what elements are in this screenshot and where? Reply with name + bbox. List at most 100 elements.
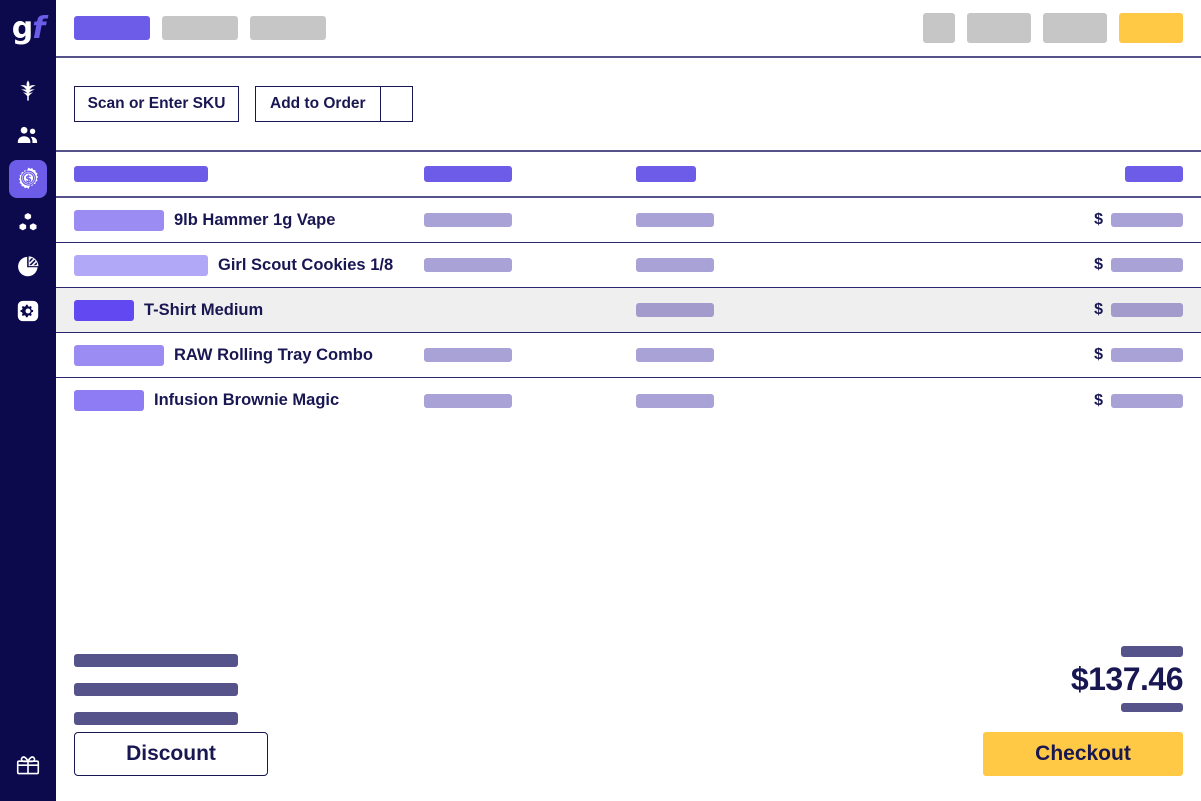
header-placeholder-4 [1125,166,1183,182]
row-price-placeholder [1111,213,1183,227]
toolbar-left-group [74,16,326,40]
discount-button[interactable]: Discount [74,732,268,776]
logo-letter-g: g [11,11,34,46]
inventory-boxes-icon [15,210,41,236]
row-price-cell: $ [1048,256,1183,274]
sidebar-item-customers[interactable] [9,116,47,154]
currency-symbol: $ [1094,391,1103,409]
row-price-placeholder [1111,348,1183,362]
table-row[interactable]: T-Shirt Medium $ [56,288,1201,333]
table-row[interactable]: 9lb Hammer 1g Vape $ [56,198,1201,243]
header-placeholder-1 [74,166,208,182]
order-totals: $137.46 [56,646,1201,725]
main-content: Scan or Enter SKU Add to Order 9lb Hamme… [56,0,1201,801]
row-price-cell: $ [1048,301,1183,319]
product-name: Girl Scout Cookies 1/8 [218,255,394,274]
row-quantity-placeholder [424,348,512,362]
sidebar-item-products[interactable] [9,72,47,110]
pos-app: gf $ Scan or Enter SKU Add to Order 9lb … [0,0,1201,801]
row-detail-placeholder [636,258,714,272]
toolbar-action-placeholder-3[interactable] [1043,13,1107,43]
row-product-cell: RAW Rolling Tray Combo [74,344,424,366]
table-row[interactable]: RAW Rolling Tray Combo $ [56,333,1201,378]
checkout-button[interactable]: Checkout [983,732,1183,776]
row-product-cell: T-Shirt Medium [74,299,424,321]
sidebar-item-point-of-sale[interactable]: $ [9,160,47,198]
order-table: 9lb Hammer 1g Vape $ Girl Scout Cookies … [56,152,1201,423]
sidebar-item-settings[interactable] [9,292,47,330]
top-toolbar [56,0,1201,58]
sidebar-item-rewards[interactable] [9,745,47,783]
toolbar-action-placeholder-1[interactable] [923,13,955,43]
header-col-product [74,166,424,182]
currency-symbol: $ [1094,346,1103,363]
product-name: RAW Rolling Tray Combo [174,345,373,364]
toolbar-primary-action-placeholder[interactable] [1119,13,1183,43]
row-product-cell: 9lb Hammer 1g Vape [74,209,424,231]
toolbar-right-group [923,13,1183,43]
row-quantity-cell [424,393,636,408]
cannabis-leaf-icon [15,78,41,104]
toolbar-action-placeholder-2[interactable] [967,13,1031,43]
row-price-cell: $ [1048,211,1183,229]
dropdown-caret-icon[interactable] [380,86,413,122]
row-tag-placeholder [74,299,134,321]
totals-line-placeholder-1 [74,654,238,667]
table-row[interactable]: Girl Scout Cookies 1/8 $ [56,243,1201,288]
row-detail-cell [636,213,1048,227]
sidebar: gf $ [0,0,56,801]
header-col-price [1048,166,1183,182]
totals-line-placeholder-3 [74,712,238,725]
totals-breakdown [74,646,238,725]
sidebar-item-reports[interactable] [9,248,47,286]
row-quantity-cell [424,213,636,227]
footer-actions: Discount Checkout [56,725,1201,801]
table-row[interactable]: Infusion Brownie Magic $ [56,378,1201,423]
search-input[interactable]: Scan or Enter SKU [74,86,239,122]
row-detail-placeholder [636,213,714,227]
currency-symbol: $ [1094,256,1103,273]
row-quantity-placeholder [424,258,512,272]
grand-total-amount: $137.46 [1070,661,1184,697]
toolbar-tab-placeholder-2[interactable] [162,16,238,40]
toolbar-tab-placeholder-3[interactable] [250,16,326,40]
row-detail-placeholder [636,348,714,362]
row-detail-cell [636,348,1048,362]
header-placeholder-2 [424,166,512,182]
row-price-cell: $ [1048,346,1183,364]
toolbar-tab-placeholder-1[interactable] [74,16,150,40]
dollar-coin-icon: $ [15,166,42,193]
grand-total-sub-placeholder [1121,702,1183,712]
row-tag-placeholder [74,344,164,366]
row-detail-placeholder [636,393,714,408]
sidebar-item-inventory[interactable] [9,204,47,242]
row-price-cell: $ [1048,392,1183,410]
header-col-quantity [424,166,636,182]
row-tag-placeholder [74,209,164,231]
gift-box-icon [14,750,42,778]
row-detail-cell [636,258,1048,272]
order-table-header [56,152,1201,198]
currency-symbol: $ [1094,211,1103,228]
product-name: T-Shirt Medium [144,300,264,319]
row-detail-cell [636,303,1048,317]
row-quantity-cell [424,348,636,362]
row-quantity-placeholder [424,213,512,227]
row-quantity-cell [424,258,636,272]
pie-chart-icon [15,254,41,280]
row-detail-cell [636,393,1048,408]
row-product-cell: Infusion Brownie Magic [74,390,424,411]
row-tag-placeholder [74,390,144,411]
logo-letter-f: f [32,11,45,46]
product-name: Infusion Brownie Magic [154,391,340,409]
row-price-placeholder [1111,303,1183,317]
sku-entry-bar: Scan or Enter SKU Add to Order [56,58,1201,152]
add-to-order-button[interactable]: Add to Order [255,86,381,122]
totals-line-placeholder-2 [74,683,238,696]
row-tag-placeholder [74,254,208,276]
grand-total-group: $137.46 [1070,646,1184,712]
app-logo[interactable]: gf [0,0,56,58]
row-product-cell: Girl Scout Cookies 1/8 [74,254,424,276]
settings-gear-icon [15,298,41,324]
currency-symbol: $ [1094,301,1103,318]
